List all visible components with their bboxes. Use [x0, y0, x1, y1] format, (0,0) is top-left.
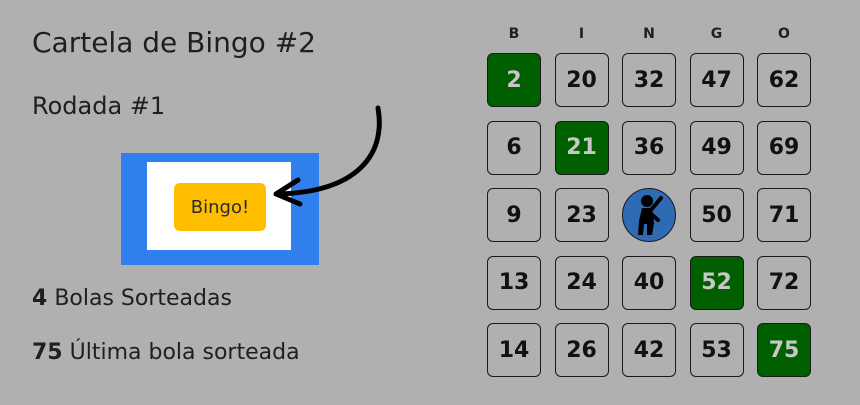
free-space-cell[interactable]	[622, 188, 676, 242]
bingo-cell-g-49[interactable]: 49	[689, 120, 744, 175]
bingo-cell-i-26[interactable]: 26	[554, 323, 609, 377]
bingo-cell-n-36[interactable]: 36	[622, 120, 676, 175]
column-header-n: N	[643, 26, 655, 42]
round-title: Rodada #1	[32, 92, 166, 120]
curved-arrow-icon	[273, 105, 382, 207]
bingo-cell-g-50[interactable]: 50	[689, 188, 744, 242]
column-header-o: O	[778, 26, 790, 42]
bingo-button[interactable]: Bingo!	[174, 183, 266, 231]
balls-drawn-label: Bolas Sorteadas	[54, 286, 232, 311]
bingo-cell-b-2[interactable]: 2	[487, 53, 541, 107]
column-header-g: G	[710, 26, 723, 42]
bingo-cell-g-53[interactable]: 53	[689, 323, 744, 377]
bingo-cell-i-21[interactable]: 21	[554, 120, 609, 175]
bingo-cell-i-23[interactable]: 23	[554, 188, 609, 242]
bingo-cell-o-75[interactable]: 75	[757, 323, 811, 377]
balls-drawn-count: 4	[32, 286, 48, 311]
bingo-cell-b-14[interactable]: 14	[487, 323, 541, 377]
column-header-i: I	[578, 26, 585, 42]
card-title: Cartela de Bingo #2	[32, 26, 316, 59]
bingo-cell-b-9[interactable]: 9	[487, 188, 541, 242]
bingo-column-headers: B I N G O	[487, 26, 811, 46]
last-ball-label: Última bola sorteada	[69, 340, 300, 365]
bingo-cell-o-62[interactable]: 62	[757, 53, 811, 107]
bingo-cell-i-20[interactable]: 20	[554, 53, 609, 107]
bingo-cell-b-13[interactable]: 13	[487, 255, 541, 310]
bingo-cell-n-32[interactable]: 32	[622, 53, 676, 107]
bingo-cell-b-6[interactable]: 6	[487, 120, 541, 175]
bingo-cell-n-40[interactable]: 40	[622, 255, 676, 310]
bingo-cell-g-52[interactable]: 52	[689, 255, 744, 310]
balls-drawn-stat: 4 Bolas Sorteadas	[32, 286, 232, 311]
bingo-card-grid: 2 20 32 47 62 6 21 36 49 69 9 23 50 71 13 24 40 52 72 14 26 4…	[487, 53, 811, 377]
bingo-cell-o-72[interactable]: 72	[757, 255, 811, 310]
bingo-cell-n-42[interactable]: 42	[622, 323, 676, 377]
bingo-cell-g-47[interactable]: 47	[689, 53, 744, 107]
bingo-cell-o-71[interactable]: 71	[757, 188, 811, 242]
bingo-cell-i-24[interactable]: 24	[554, 255, 609, 310]
last-ball-number: 75	[32, 340, 63, 365]
bingo-cell-o-69[interactable]: 69	[757, 120, 811, 175]
column-header-b: B	[508, 26, 520, 42]
last-ball-stat: 75 Última bola sorteada	[32, 340, 300, 365]
person-pointing-icon	[638, 195, 663, 235]
